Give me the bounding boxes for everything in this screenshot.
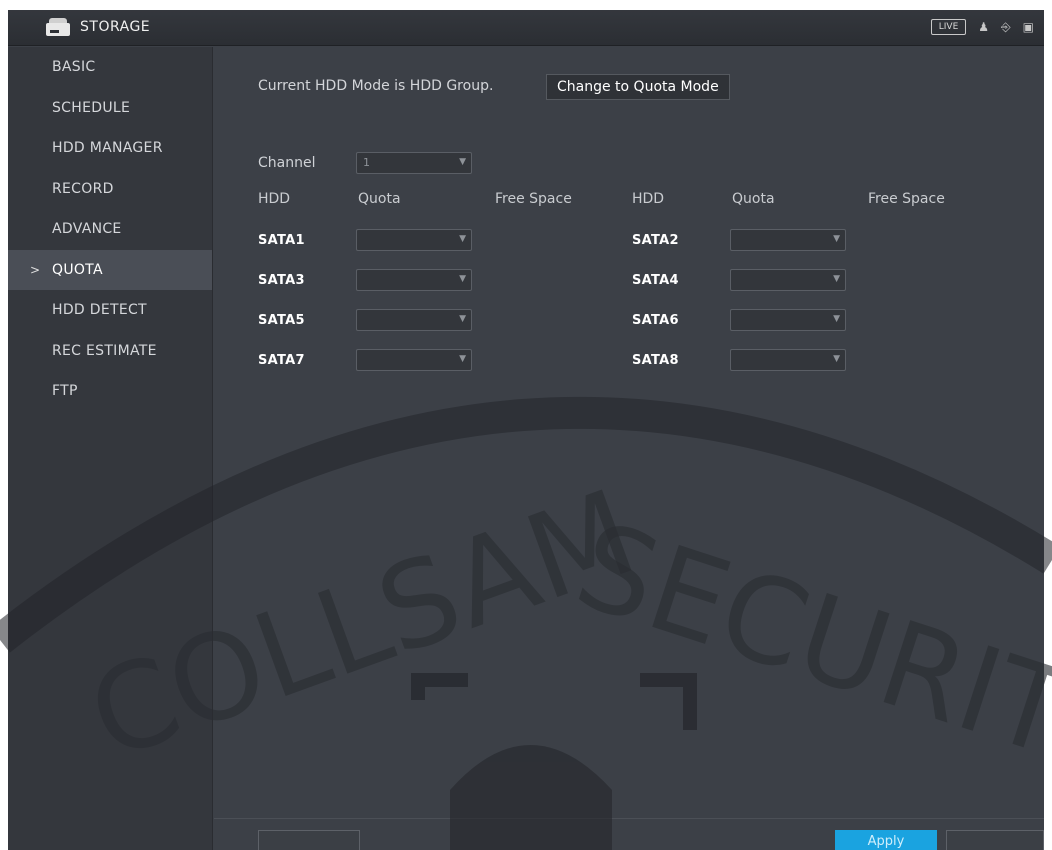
quota-panel: Current HDD Mode is HDD Group. Change to… [214, 47, 1044, 850]
quota-select[interactable]: ▼ [356, 229, 472, 251]
quota-select[interactable]: ▼ [730, 229, 846, 251]
hdd-label: SATA3 [258, 273, 305, 288]
sidebar-item-advance[interactable]: ADVANCE [8, 209, 212, 250]
header-quota-left: Quota [358, 191, 401, 207]
hdd-label: SATA1 [258, 233, 305, 248]
quota-select[interactable]: ▼ [356, 269, 472, 291]
live-button[interactable]: LIVE [930, 19, 967, 35]
sidebar-item-record[interactable]: RECORD [8, 169, 212, 210]
chevron-down-icon: ▼ [459, 354, 466, 364]
user-icon[interactable]: ♟ [978, 20, 989, 34]
sidebar-item-schedule[interactable]: SCHEDULE [8, 88, 212, 129]
storage-window: STORAGE LIVE ♟ ⎆ ▣ BASIC SCHEDULE HDD MA… [8, 10, 1044, 850]
page-title: STORAGE [80, 19, 151, 35]
hdd-label: SATA2 [632, 233, 679, 248]
footer-divider [214, 818, 1044, 819]
chevron-down-icon: ▼ [833, 234, 840, 244]
chevron-down-icon: ▼ [459, 234, 466, 244]
apply-button[interactable]: Apply [835, 830, 937, 850]
chevron-down-icon: ▼ [459, 314, 466, 324]
sidebar-item-rec-estimate[interactable]: REC ESTIMATE [8, 331, 212, 372]
sidebar-item-label: RECORD [52, 180, 114, 197]
quota-select[interactable]: ▼ [730, 269, 846, 291]
sidebar-item-label: QUOTA [52, 261, 103, 278]
chevron-down-icon: ▼ [459, 274, 466, 284]
hdd-label: SATA5 [258, 313, 305, 328]
sidebar-item-label: HDD DETECT [52, 302, 147, 318]
title-bar-actions: LIVE ♟ ⎆ ▣ [930, 19, 1034, 35]
active-arrow-icon: > [30, 262, 41, 277]
channel-value: 1 [363, 156, 370, 169]
sidebar-item-label: REC ESTIMATE [52, 342, 157, 359]
sidebar-item-label: ADVANCE [52, 221, 122, 237]
quota-select[interactable]: ▼ [356, 349, 472, 371]
header-hdd-left: HDD [258, 191, 291, 207]
chevron-down-icon: ▼ [833, 274, 840, 284]
hdd-label: SATA4 [632, 273, 679, 288]
sidebar: BASIC SCHEDULE HDD MANAGER RECORD ADVANC… [8, 47, 213, 850]
quota-select[interactable]: ▼ [356, 309, 472, 331]
chevron-down-icon: ▼ [459, 157, 466, 167]
quota-select[interactable]: ▼ [730, 309, 846, 331]
header-free-space-left: Free Space [495, 191, 572, 207]
quota-select[interactable]: ▼ [730, 349, 846, 371]
sidebar-item-ftp[interactable]: FTP [8, 371, 212, 412]
sidebar-item-label: SCHEDULE [52, 99, 131, 116]
sidebar-item-hdd-manager[interactable]: HDD MANAGER [8, 128, 212, 169]
chevron-down-icon: ▼ [833, 314, 840, 324]
sidebar-item-basic[interactable]: BASIC [8, 47, 212, 88]
sidebar-item-label: HDD MANAGER [52, 140, 163, 156]
sidebar-item-hdd-detect[interactable]: HDD DETECT [8, 290, 212, 331]
hdd-mode-text: Current HDD Mode is HDD Group. [258, 78, 494, 94]
channel-select[interactable]: 1 ▼ [356, 152, 472, 174]
channel-label: Channel [258, 155, 316, 171]
chevron-down-icon: ▼ [833, 354, 840, 364]
default-button[interactable] [258, 830, 360, 850]
sidebar-item-label: BASIC [52, 59, 96, 75]
header-quota-right: Quota [732, 191, 775, 207]
exit-icon[interactable]: ▣ [1023, 20, 1034, 34]
hdd-label: SATA7 [258, 353, 305, 368]
logout-icon[interactable]: ⎆ [1001, 20, 1011, 35]
header-free-space-right: Free Space [868, 191, 945, 207]
header-hdd-right: HDD [632, 191, 665, 207]
title-group: STORAGE [46, 18, 150, 36]
title-bar: STORAGE LIVE ♟ ⎆ ▣ [8, 10, 1044, 46]
sidebar-item-quota[interactable]: > QUOTA [8, 249, 212, 290]
hdd-label: SATA8 [632, 353, 679, 368]
change-to-quota-mode-button[interactable]: Change to Quota Mode [546, 74, 730, 100]
hdd-label: SATA6 [632, 313, 679, 328]
hdd-icon [46, 18, 70, 36]
back-button[interactable] [946, 830, 1044, 850]
sidebar-item-label: FTP [52, 383, 78, 399]
